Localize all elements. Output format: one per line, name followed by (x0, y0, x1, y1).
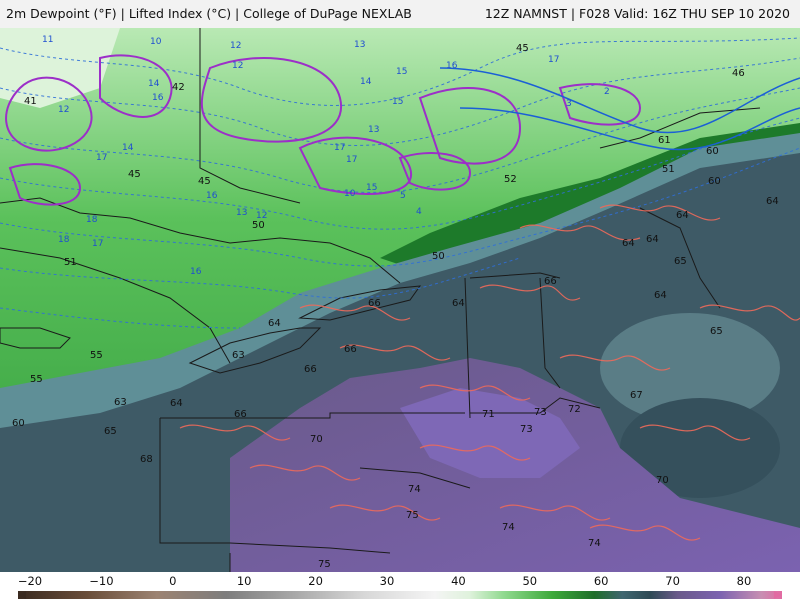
map-label: 16 (152, 93, 164, 103)
map-label: 13 (368, 125, 379, 135)
map-label: 5 (400, 191, 406, 201)
map-label: 17 (334, 143, 345, 153)
colorbar-tick-label: 50 (522, 574, 538, 588)
map-label: 16 (446, 61, 458, 71)
map-label: 66 (304, 364, 317, 375)
map-label: 10 (344, 189, 356, 199)
colorbar-tick-label: 80 (736, 574, 752, 588)
map-label: 55 (90, 350, 103, 361)
map-canvas: 41 42 45 45 45 50 51 55 55 60 63 64 63 6… (0, 28, 800, 572)
colorbar-tick-label: 70 (665, 574, 680, 588)
map-label: 75 (318, 559, 331, 570)
colorbar: −20 −10 0 10 20 30 40 50 60 70 80 (0, 572, 800, 600)
map-label: 50 (252, 220, 265, 231)
map-label: 60 (12, 418, 25, 429)
model-run-info: 12Z NAMNST | F028 Valid: 16Z THU SEP 10 … (484, 6, 790, 21)
map-label: 41 (24, 96, 37, 107)
map-label: 11 (42, 35, 53, 45)
colorbar-tick-label: 60 (593, 574, 609, 588)
map-label: 10 (150, 37, 162, 47)
map-label: 12 (232, 61, 243, 71)
map-label: 64 (654, 290, 667, 301)
map-label: 50 (432, 251, 445, 262)
colorbar-tick-label: 0 (169, 574, 177, 588)
map-label: 70 (656, 475, 669, 486)
map-label: 64 (676, 210, 689, 221)
map-label: 74 (588, 538, 601, 549)
map-label: 17 (92, 239, 103, 249)
colorbar-tick-label: 40 (451, 574, 466, 588)
colorbar-tick-label: 10 (236, 574, 252, 588)
map-label: 13 (236, 208, 247, 218)
map-label: 18 (58, 235, 70, 245)
map-label: 64 (622, 238, 635, 249)
colorbar-tick-label: −20 (17, 574, 43, 588)
map-label: 51 (662, 164, 675, 175)
map-label: 14 (122, 143, 134, 153)
map-label: 73 (534, 407, 547, 418)
map-label: 13 (354, 40, 365, 50)
map-label: 65 (674, 256, 687, 267)
map-label: 74 (502, 522, 515, 533)
map-label: 42 (172, 82, 185, 93)
map-label: 68 (140, 454, 153, 465)
map-label: 65 (710, 326, 723, 337)
map-label: 61 (658, 135, 671, 146)
map-label: 4 (416, 207, 422, 217)
map-label: 75 (406, 510, 419, 521)
map-label: 3 (566, 99, 572, 109)
map-label: 17 (96, 153, 107, 163)
map-label: 17 (346, 155, 357, 165)
product-title: 2m Dewpoint (°F) | Lifted Index (°C) | C… (6, 6, 412, 21)
map-label: 45 (516, 43, 529, 54)
map-label: 15 (392, 97, 403, 107)
map-label: 18 (86, 215, 98, 225)
colorbar-strip (18, 591, 782, 599)
map-label: 45 (198, 176, 211, 187)
map-label: 12 (230, 41, 241, 51)
map-label: 74 (408, 484, 421, 495)
map-label: 15 (396, 67, 407, 77)
map-label: 16 (190, 267, 202, 277)
colorbar-tick-label: 20 (308, 574, 323, 588)
map-label: 66 (544, 276, 557, 287)
map-label: 14 (360, 77, 372, 87)
map-label: 12 (58, 105, 69, 115)
map-label: 55 (30, 374, 43, 385)
map-label: 72 (568, 404, 581, 415)
map-label: 51 (64, 257, 77, 268)
colorbar-fill (18, 591, 782, 599)
map-label: 45 (128, 169, 141, 180)
map-label: 64 (268, 318, 281, 329)
map-label: 64 (646, 234, 659, 245)
map-label: 65 (104, 426, 117, 437)
colorbar-tick-label: 30 (379, 574, 395, 588)
map-label: 64 (766, 196, 779, 207)
map-header: 2m Dewpoint (°F) | Lifted Index (°C) | C… (0, 0, 800, 29)
map-label: 60 (706, 146, 719, 157)
map-label: 14 (148, 79, 160, 89)
map-label: 2 (604, 87, 610, 97)
map-label: 63 (232, 350, 245, 361)
map-label: 17 (548, 55, 559, 65)
map-label: 66 (344, 344, 357, 355)
map-label: 60 (708, 176, 721, 187)
map-label: 67 (630, 390, 643, 401)
map-label: 52 (504, 174, 517, 185)
weather-model-viewer: 2m Dewpoint (°F) | Lifted Index (°C) | C… (0, 0, 800, 600)
colorbar-tick-label: −10 (89, 574, 114, 588)
map-label: 16 (206, 191, 218, 201)
map-label: 15 (366, 183, 377, 193)
map-label: 66 (368, 298, 381, 309)
dewpoint-map: 41 42 45 45 45 50 51 55 55 60 63 64 63 6… (0, 28, 800, 572)
map-label: 73 (520, 424, 533, 435)
map-label: 64 (170, 398, 183, 409)
map-label: 66 (234, 409, 247, 420)
map-label: 46 (732, 68, 745, 79)
map-label: 70 (310, 434, 323, 445)
map-label: 71 (482, 409, 495, 420)
map-label: 64 (452, 298, 465, 309)
map-label: 12 (256, 211, 267, 221)
map-label: 63 (114, 397, 127, 408)
